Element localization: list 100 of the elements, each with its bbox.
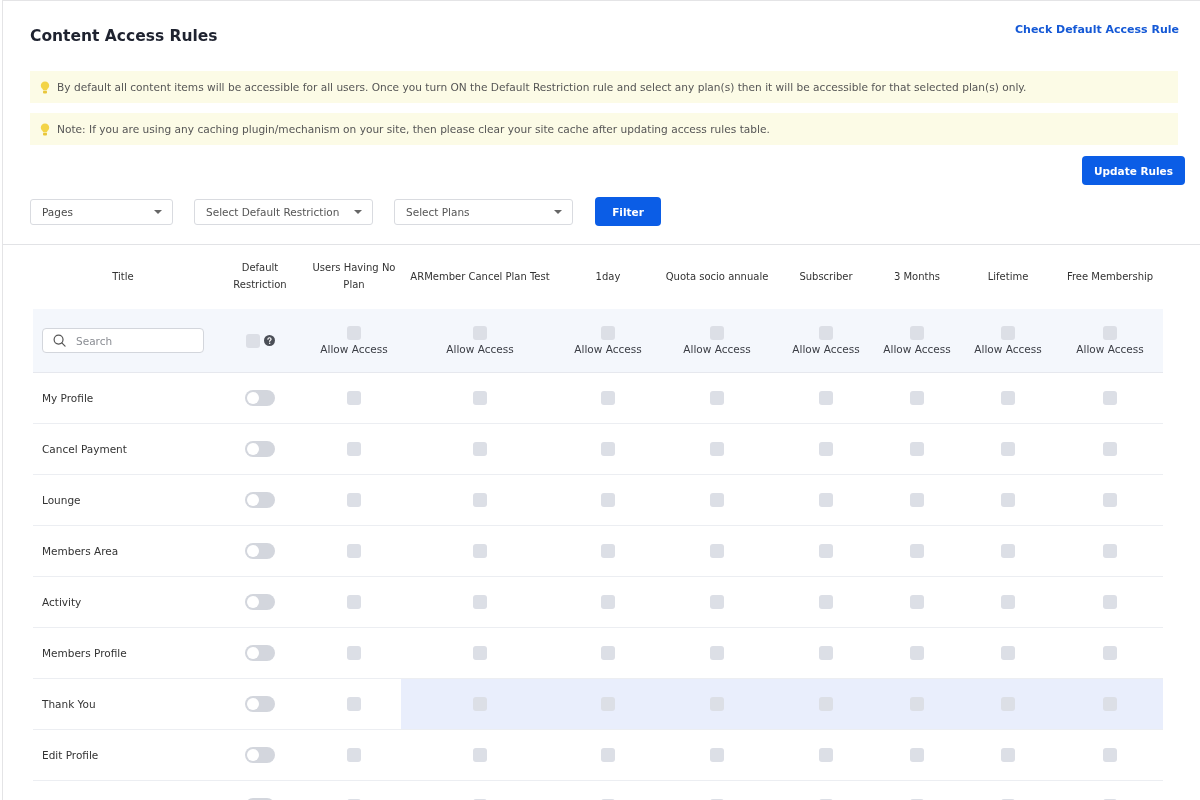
checkbox[interactable] — [601, 544, 615, 558]
checkbox[interactable] — [473, 646, 487, 660]
toggle-switch[interactable] — [245, 696, 275, 712]
checkbox[interactable] — [1103, 326, 1117, 340]
notice-text: By default all content items will be accessible for all users. Once you turn ON the Default Restriction rule and select any plan(s) then it will be accessible for that selected plan(s) only. — [57, 81, 1027, 93]
checkbox-label: Allow Access — [1076, 343, 1144, 355]
checkbox[interactable] — [710, 442, 724, 456]
checkbox[interactable] — [1103, 748, 1117, 762]
checkbox[interactable] — [601, 748, 615, 762]
checkbox[interactable] — [819, 326, 833, 340]
column-header: Free Membership — [1065, 269, 1155, 284]
checkbox-label: Allow Access — [792, 343, 860, 355]
checkbox[interactable] — [710, 391, 724, 405]
checkbox[interactable] — [1001, 391, 1015, 405]
checkbox[interactable] — [819, 544, 833, 558]
checkbox[interactable] — [473, 326, 487, 340]
toggle-switch[interactable] — [245, 390, 275, 406]
checkbox[interactable] — [347, 326, 361, 340]
checkbox[interactable] — [819, 595, 833, 609]
select-field[interactable]: Select Plans — [394, 198, 573, 225]
select-field[interactable]: Select Default Restriction — [194, 198, 373, 225]
checkbox[interactable] — [910, 646, 924, 660]
checkbox[interactable] — [473, 391, 487, 405]
toggle-switch[interactable] — [245, 645, 275, 661]
checkbox[interactable] — [710, 544, 724, 558]
checkbox[interactable] — [710, 326, 724, 340]
checkbox[interactable] — [910, 493, 924, 507]
checkbox[interactable] — [710, 646, 724, 660]
checkbox-label: Allow Access — [683, 343, 751, 355]
checkbox[interactable] — [1001, 544, 1015, 558]
toggle-switch[interactable] — [245, 441, 275, 457]
checkbox[interactable] — [710, 595, 724, 609]
checkbox[interactable] — [473, 442, 487, 456]
checkbox-label: Allow Access — [883, 343, 951, 355]
checkbox[interactable] — [910, 326, 924, 340]
checkbox-label: Allow Access — [320, 343, 388, 355]
checkbox[interactable] — [473, 544, 487, 558]
checkbox[interactable] — [819, 442, 833, 456]
row-title: My Profile — [42, 392, 94, 404]
checkbox[interactable] — [473, 595, 487, 609]
checkbox-label: Allow Access — [574, 343, 642, 355]
checkbox[interactable] — [1103, 442, 1117, 456]
checkbox[interactable] — [910, 595, 924, 609]
toggle-switch[interactable] — [245, 543, 275, 559]
caret-icon — [154, 209, 162, 214]
checkbox[interactable] — [910, 442, 924, 456]
checkbox[interactable] — [347, 748, 361, 762]
column-header: Users Having No Plan — [311, 261, 397, 292]
checkbox[interactable] — [1103, 391, 1117, 405]
checkbox[interactable] — [601, 595, 615, 609]
checkbox[interactable] — [910, 544, 924, 558]
row-title: Thank You — [42, 698, 96, 710]
checkbox[interactable] — [1103, 595, 1117, 609]
checkbox[interactable] — [910, 391, 924, 405]
checkbox[interactable] — [819, 391, 833, 405]
search-field[interactable]: Search — [42, 328, 204, 353]
checkbox[interactable] — [1001, 493, 1015, 507]
update-rules-button[interactable]: Update Rules — [1082, 156, 1185, 185]
checkbox[interactable] — [347, 646, 361, 660]
checkbox[interactable] — [1001, 748, 1015, 762]
column-header: Default Restriction — [232, 261, 288, 292]
filter-button[interactable]: Filter — [595, 197, 661, 226]
page-title: Content Access Rules — [30, 26, 218, 46]
row-title: Members Area — [42, 545, 119, 557]
checkbox[interactable] — [347, 595, 361, 609]
checkbox[interactable] — [601, 391, 615, 405]
checkbox[interactable] — [245, 333, 260, 348]
checkbox[interactable] — [601, 442, 615, 456]
checkbox[interactable] — [910, 748, 924, 762]
checkbox[interactable] — [1103, 544, 1117, 558]
row-title: Activity — [42, 596, 82, 608]
checkbox[interactable] — [347, 493, 361, 507]
checkbox[interactable] — [347, 442, 361, 456]
column-header: Subscriber — [798, 269, 854, 284]
checkbox[interactable] — [819, 646, 833, 660]
checkbox[interactable] — [1001, 442, 1015, 456]
checkbox[interactable] — [473, 748, 487, 762]
checkbox[interactable] — [710, 748, 724, 762]
checkbox[interactable] — [347, 391, 361, 405]
checkbox[interactable] — [819, 748, 833, 762]
toggle-switch[interactable] — [245, 594, 275, 610]
checkbox[interactable] — [347, 544, 361, 558]
toggle-switch[interactable] — [245, 747, 275, 763]
checkbox[interactable] — [347, 697, 361, 711]
checkbox[interactable] — [601, 646, 615, 660]
select-field[interactable]: Pages — [30, 198, 173, 225]
checkbox[interactable] — [1001, 326, 1015, 340]
checkbox[interactable] — [1103, 493, 1117, 507]
default-access-rule-link[interactable]: Check Default Access Rule — [1015, 23, 1179, 37]
checkbox[interactable] — [1103, 646, 1117, 660]
checkbox[interactable] — [819, 493, 833, 507]
checkbox[interactable] — [473, 493, 487, 507]
checkbox[interactable] — [601, 326, 615, 340]
checkbox[interactable] — [710, 493, 724, 507]
help-icon[interactable] — [263, 335, 275, 346]
checkbox[interactable] — [1001, 646, 1015, 660]
checkbox[interactable] — [1001, 595, 1015, 609]
toggle-switch[interactable] — [245, 492, 275, 508]
column-header: Title — [111, 269, 135, 284]
checkbox[interactable] — [601, 493, 615, 507]
